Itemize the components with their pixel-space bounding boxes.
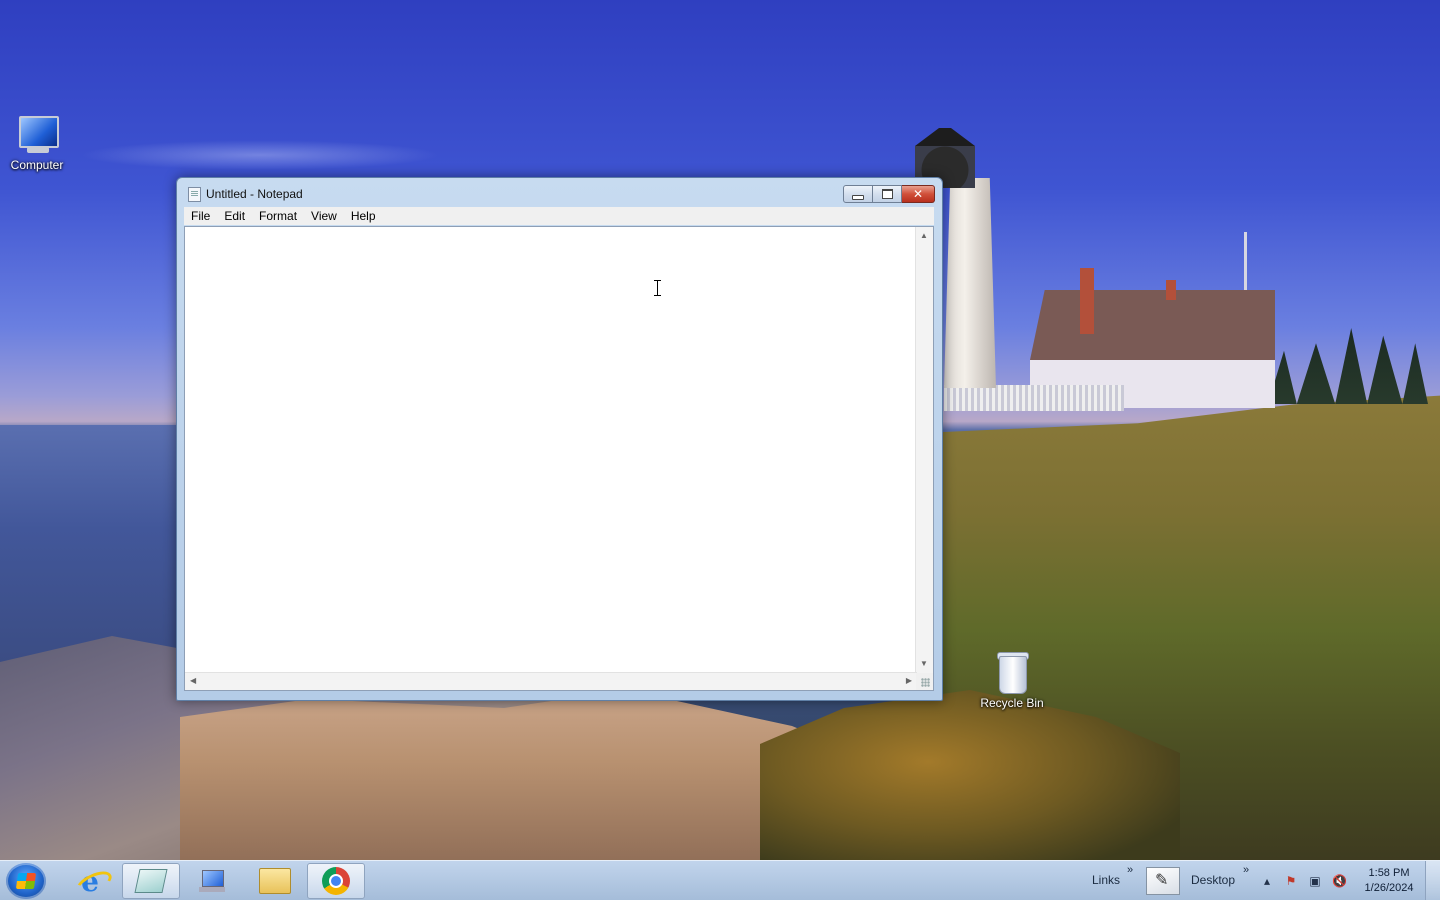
taskbar-google-chrome[interactable] xyxy=(307,863,365,899)
recycle-bin-icon xyxy=(995,650,1029,694)
network-icon[interactable]: ▣ xyxy=(1308,874,1322,888)
clock-date: 1/26/2024 xyxy=(1364,882,1414,894)
maximize-button[interactable] xyxy=(873,185,902,203)
chrome-icon xyxy=(322,867,350,895)
scroll-down-arrow-icon[interactable]: ▼ xyxy=(920,660,928,668)
wallpaper-chimney xyxy=(1080,268,1094,334)
menu-format[interactable]: Format xyxy=(252,209,304,223)
wallpaper-fence xyxy=(944,385,1124,411)
caption-buttons: ✕ xyxy=(843,185,935,203)
show-hidden-icons-icon[interactable]: ▴ xyxy=(1260,874,1274,888)
window-title: Untitled - Notepad xyxy=(206,187,303,201)
desktop-chevron-icon[interactable]: » xyxy=(1243,864,1249,876)
title-bar[interactable]: Untitled - Notepad ✕ xyxy=(177,178,942,208)
desktop-icon-label: Computer xyxy=(10,158,64,172)
show-desktop-button[interactable] xyxy=(1425,861,1440,900)
maximize-icon xyxy=(881,189,893,199)
minimize-icon xyxy=(852,194,864,200)
notepad-icon xyxy=(134,869,168,893)
wallpaper-trees xyxy=(1268,328,1428,404)
text-editor-area[interactable]: ▲ ▼ ◀ ▶ xyxy=(184,226,934,691)
menu-edit[interactable]: Edit xyxy=(217,209,252,223)
links-chevron-icon[interactable]: » xyxy=(1127,864,1133,876)
desktop-icon-computer[interactable]: Computer xyxy=(0,116,76,172)
desktop-icon-recycle-bin[interactable]: Recycle Bin xyxy=(973,650,1051,710)
horizontal-scrollbar[interactable]: ◀ ▶ xyxy=(185,672,917,690)
close-icon: ✕ xyxy=(912,187,924,201)
vertical-scrollbar[interactable]: ▲ ▼ xyxy=(915,227,933,673)
clock-time: 1:58 PM xyxy=(1368,867,1410,879)
action-center-flag-icon[interactable]: ⚑ xyxy=(1284,874,1298,888)
quick-launch-notepad-shortcut[interactable]: ✎ xyxy=(1146,867,1180,895)
menu-help[interactable]: Help xyxy=(344,209,383,223)
system-clock[interactable]: 1:58 PM 1/26/2024 xyxy=(1356,866,1422,896)
taskbar-remote-desktop[interactable] xyxy=(183,863,241,899)
close-button[interactable]: ✕ xyxy=(902,185,935,203)
folder-icon xyxy=(259,868,291,894)
taskbar-windows-explorer[interactable] xyxy=(246,863,304,899)
desktop-icon-label: Recycle Bin xyxy=(980,696,1044,710)
wallpaper-chimney xyxy=(1166,280,1176,300)
taskbar-internet-explorer[interactable]: e xyxy=(61,863,119,899)
scroll-right-arrow-icon[interactable]: ▶ xyxy=(906,677,912,685)
scroll-up-arrow-icon[interactable]: ▲ xyxy=(920,232,928,240)
minimize-button[interactable] xyxy=(843,185,873,203)
start-button[interactable] xyxy=(6,863,46,899)
computer-icon xyxy=(15,116,59,156)
wallpaper-clouds xyxy=(80,140,440,170)
notepad-app-icon[interactable] xyxy=(188,187,201,202)
desktop-toolbar-label[interactable]: Desktop xyxy=(1191,873,1235,887)
links-toolbar-label[interactable]: Links xyxy=(1092,873,1120,887)
size-grip[interactable] xyxy=(916,673,933,690)
menu-file[interactable]: File xyxy=(184,209,217,223)
remote-desktop-icon xyxy=(199,870,225,892)
text-cursor-icon xyxy=(654,280,662,296)
volume-muted-icon[interactable]: 🔇 xyxy=(1332,874,1347,888)
taskbar-notepad[interactable] xyxy=(122,863,180,899)
internet-explorer-icon: e xyxy=(75,865,105,898)
windows-logo-icon xyxy=(15,873,37,889)
pen-icon: ✎ xyxy=(1155,872,1169,889)
menu-bar: File Edit Format View Help xyxy=(184,207,934,225)
scroll-left-arrow-icon[interactable]: ◀ xyxy=(190,677,196,685)
wallpaper-lighthouse xyxy=(944,178,996,388)
taskbar: e Links » ✎ Desktop » ▴ ⚑ ▣ 🔇 1:58 PM 1/… xyxy=(0,860,1440,900)
notepad-window[interactable]: Untitled - Notepad ✕ File Edit Format Vi… xyxy=(176,177,943,701)
menu-view[interactable]: View xyxy=(304,209,344,223)
